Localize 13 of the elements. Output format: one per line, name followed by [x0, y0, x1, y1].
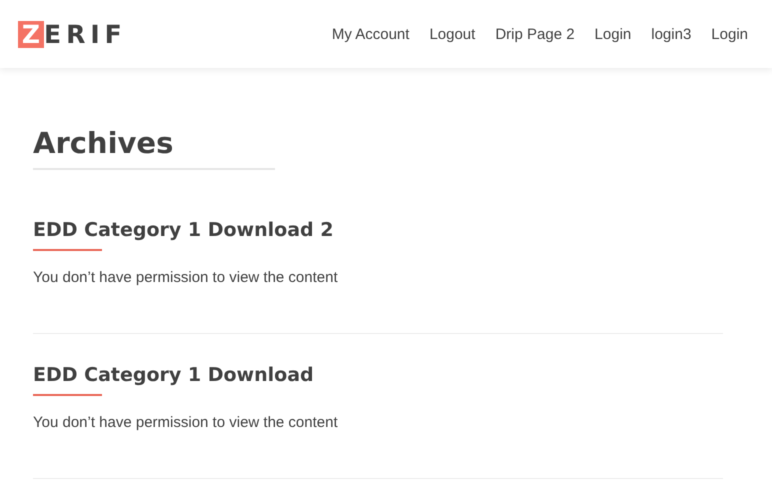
nav-link[interactable]: Logout: [429, 26, 476, 42]
nav-link[interactable]: My Account: [332, 26, 410, 42]
page-title: Archives: [33, 125, 174, 161]
nav-link[interactable]: Drip Page 2: [495, 26, 575, 42]
accent-underline: [33, 249, 102, 251]
nav-link[interactable]: Login: [594, 26, 632, 42]
nav-link[interactable]: login3: [651, 26, 692, 42]
nav-link[interactable]: Login: [711, 26, 748, 42]
accent-underline: [33, 394, 102, 396]
post-title[interactable]: EDD Category 1 Download 2: [33, 218, 723, 242]
post-excerpt: You don’t have permission to view the content: [33, 269, 339, 286]
post-excerpt: You don’t have permission to view the content: [33, 414, 339, 431]
post-title[interactable]: EDD Category 1 Download: [33, 363, 723, 387]
